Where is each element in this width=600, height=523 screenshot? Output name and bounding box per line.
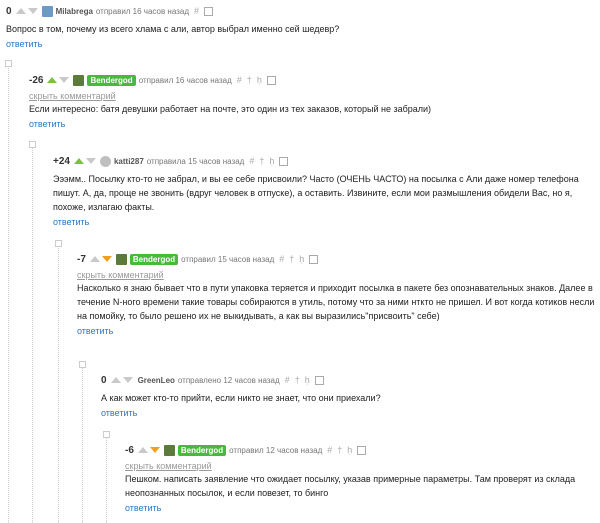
- pin-icon[interactable]: †: [247, 75, 252, 85]
- pin-icon[interactable]: †: [295, 375, 300, 385]
- downvote-icon[interactable]: [27, 8, 38, 14]
- comment-text: Эээмм.. Посылку кто-то не забрал, и вы е…: [53, 174, 579, 212]
- username[interactable]: GreenLeo: [138, 376, 175, 385]
- avatar: [41, 5, 53, 17]
- hash-icon[interactable]: #: [327, 445, 332, 455]
- branch-icon[interactable]: ḥ: [347, 445, 352, 455]
- avatar: [73, 74, 85, 86]
- timestamp[interactable]: отправил 12 часов назад: [229, 446, 322, 455]
- branch-icon[interactable]: ḥ: [269, 156, 274, 166]
- save-icon[interactable]: [204, 6, 214, 16]
- comment-header: -6 Bendergod отправил 12 часов назад # †…: [125, 442, 595, 458]
- hide-comment-link[interactable]: скрыть комментарий: [29, 91, 595, 102]
- timestamp[interactable]: отправила 15 часов назад: [147, 157, 245, 166]
- hide-comment-link[interactable]: скрыть комментарий: [125, 461, 595, 472]
- comment: 0 Milabrega отправил 16 часов назад # Во…: [6, 3, 596, 50]
- rating: -7: [77, 253, 86, 265]
- reply-link[interactable]: ответить: [77, 325, 595, 337]
- branch-icon[interactable]: ḥ: [257, 75, 262, 85]
- comment-text: Если интересно: батя девушки работает на…: [29, 104, 432, 114]
- upvote-icon[interactable]: [89, 256, 100, 262]
- username[interactable]: Bendergod: [87, 74, 136, 86]
- hide-comment-link[interactable]: скрыть комментарий: [77, 270, 595, 281]
- hash-icon[interactable]: #: [249, 156, 254, 166]
- reply-link[interactable]: ответить: [125, 502, 595, 514]
- hash-icon[interactable]: #: [237, 75, 242, 85]
- downvote-icon[interactable]: [59, 77, 70, 83]
- avatar: [163, 444, 175, 456]
- save-icon[interactable]: [357, 445, 367, 455]
- downvote-icon[interactable]: [122, 377, 133, 383]
- rating: -26: [29, 74, 44, 86]
- branch-icon[interactable]: ḥ: [305, 375, 310, 385]
- username[interactable]: Bendergod: [177, 444, 227, 456]
- upvote-icon[interactable]: [137, 447, 148, 453]
- timestamp[interactable]: отправил 16 часов назад: [96, 7, 189, 16]
- pin-icon[interactable]: †: [337, 445, 342, 455]
- comment-header: -7 Bendergod отправил 15 часов назад # †…: [77, 251, 595, 267]
- avatar: [115, 253, 127, 265]
- rating: -6: [125, 444, 134, 456]
- comment-header: 0 GreenLeo отправлено 12 часов назад # †…: [101, 372, 595, 388]
- upvote-icon[interactable]: [47, 77, 58, 83]
- username[interactable]: Bendergod: [129, 253, 179, 265]
- downvote-icon[interactable]: [149, 447, 160, 453]
- upvote-icon[interactable]: [110, 377, 121, 383]
- comment-text: Вопрос в том, почему из всего хлама с ал…: [6, 24, 340, 34]
- comment: +24 katti287 отправила 15 часов назад # …: [53, 153, 595, 228]
- reply-link[interactable]: ответить: [29, 118, 595, 130]
- username[interactable]: katti287: [114, 157, 144, 166]
- comment-text: Насколько я знаю бывает что в пути упако…: [77, 283, 595, 321]
- comment: -26 Bendergod отправил 16 часов назад # …: [29, 72, 595, 130]
- comment: -6 Bendergod отправил 12 часов назад # †…: [125, 442, 595, 514]
- comment-header: +24 katti287 отправила 15 часов назад # …: [53, 153, 595, 169]
- reply-link[interactable]: ответить: [53, 216, 595, 228]
- timestamp[interactable]: отправлено 12 часов назад: [178, 376, 280, 385]
- save-icon[interactable]: [279, 156, 289, 166]
- branch-icon[interactable]: ḥ: [299, 254, 304, 264]
- rating: 0: [6, 5, 12, 17]
- comment: -7 Bendergod отправил 15 часов назад # †…: [77, 251, 595, 337]
- downvote-icon[interactable]: [101, 256, 112, 262]
- downvote-icon[interactable]: [85, 158, 96, 164]
- save-icon[interactable]: [309, 254, 319, 264]
- avatar: [99, 155, 111, 167]
- pin-icon[interactable]: †: [259, 156, 264, 166]
- pin-icon[interactable]: †: [289, 254, 294, 264]
- hash-icon[interactable]: #: [194, 6, 199, 16]
- save-icon[interactable]: [266, 75, 276, 85]
- timestamp[interactable]: отправил 15 часов назад: [181, 255, 274, 264]
- upvote-icon[interactable]: [15, 8, 26, 14]
- comment-text: А как может кто-то прийти, если никто не…: [101, 393, 381, 403]
- comment: 0 GreenLeo отправлено 12 часов назад # †…: [101, 372, 595, 419]
- comment-header: 0 Milabrega отправил 16 часов назад #: [6, 3, 596, 19]
- reply-link[interactable]: ответить: [6, 38, 596, 50]
- reply-link[interactable]: ответить: [101, 407, 595, 419]
- username[interactable]: Milabrega: [56, 7, 93, 16]
- save-icon[interactable]: [314, 375, 324, 385]
- rating: +24: [53, 155, 70, 167]
- upvote-icon[interactable]: [73, 158, 84, 164]
- comment-text: Пешком. написать заявление что ожидает п…: [125, 474, 576, 498]
- hash-icon[interactable]: #: [279, 254, 284, 264]
- comment-header: -26 Bendergod отправил 16 часов назад # …: [29, 72, 595, 88]
- rating: 0: [101, 374, 107, 386]
- timestamp[interactable]: отправил 16 часов назад: [139, 76, 232, 85]
- hash-icon[interactable]: #: [285, 375, 290, 385]
